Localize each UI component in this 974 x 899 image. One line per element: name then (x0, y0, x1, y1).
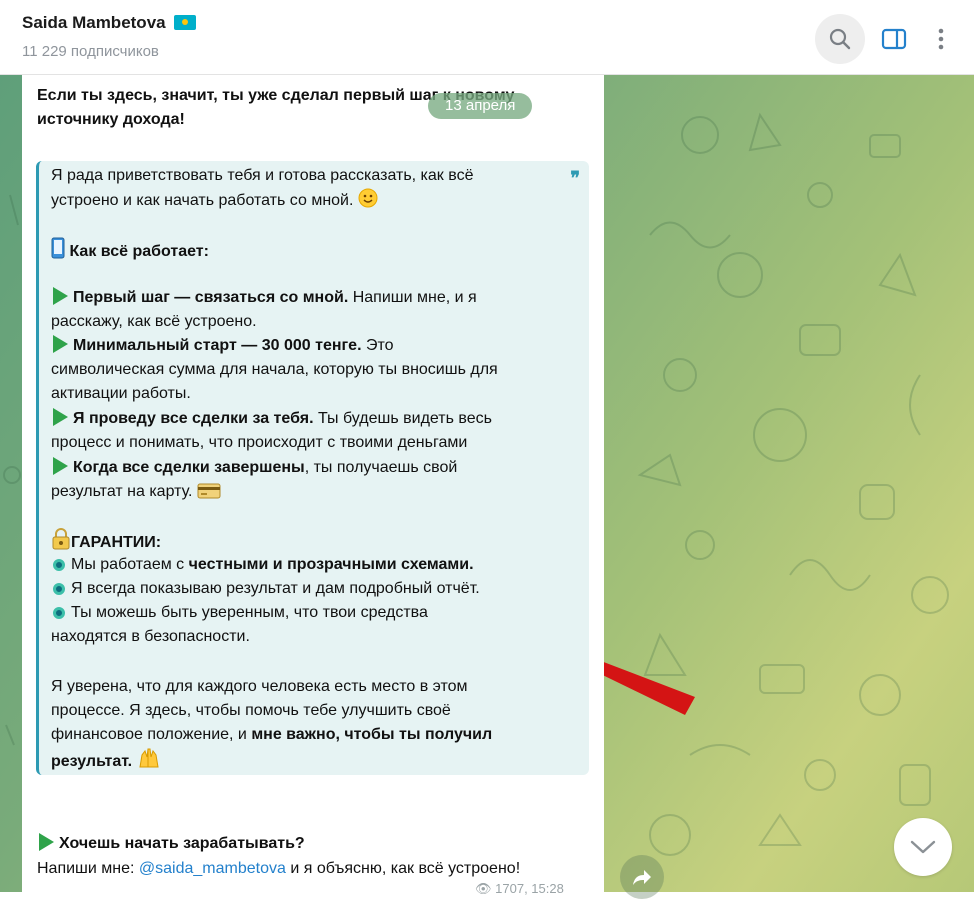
blue-ring-icon (53, 583, 65, 595)
forward-icon (633, 870, 651, 885)
smile-emoji-icon (358, 188, 378, 216)
quote-line: процесс и понимать, что происходит с тво… (51, 434, 468, 451)
channel-title[interactable]: Saida Mambetova (22, 13, 197, 33)
step-3: Я проведу все сделки за тебя. Ты будешь … (51, 407, 492, 431)
step-4: Когда все сделки завершены, ты получаешь… (51, 456, 457, 480)
view-count: 1707 (495, 881, 525, 896)
quote-line: находятся в безопасности. (51, 628, 250, 645)
eye-icon: 👁 (475, 881, 492, 896)
quote-line: расскажу, как всё устроено. (51, 313, 257, 330)
blue-ring-icon (53, 607, 65, 619)
quote-line: символическая сумма для начала, которую … (51, 361, 498, 378)
cta-title: Хочешь начать зарабатывать? (37, 832, 305, 856)
green-triangle-icon (39, 833, 54, 851)
more-vertical-icon (938, 28, 944, 50)
guarantee-1: Мы работаем с честными и прозрачными схе… (51, 553, 474, 577)
step-1: Первый шаг — связаться со мной. Напиши м… (51, 286, 477, 310)
green-triangle-icon (53, 335, 68, 353)
quote-line: результат. (51, 747, 161, 777)
quote-icon: ❞ (570, 168, 580, 189)
subscriber-count: 11 229 подписчиков (22, 43, 159, 60)
quote-line: финансовое положение, и мне важно, чтобы… (51, 726, 493, 743)
quote-block: ❞ Я рада приветствовать тебя и готова ра… (36, 161, 589, 775)
chevron-down-icon (910, 840, 936, 854)
green-triangle-icon (53, 457, 68, 475)
channel-post: Если ты здесь, значит, ты уже сделал пер… (22, 75, 604, 896)
channel-name[interactable]: Saida Mambetova (22, 13, 166, 32)
quote-line: процессе. Я здесь, чтобы помочь тебе улу… (51, 702, 451, 719)
quote-line: Я уверена, что для каждого человека есть… (51, 678, 468, 695)
search-icon (829, 28, 851, 50)
quote-line: устроено и как начать работать со мной. (51, 188, 378, 216)
quote-line: активации работы. (51, 385, 191, 402)
raising-hands-icon (137, 747, 161, 777)
quote-line: результат на карту. (51, 480, 221, 507)
sidebar-toggle-icon (881, 28, 907, 50)
search-button[interactable] (815, 14, 865, 64)
quote-line: Я рада приветствовать тебя и готова расс… (51, 167, 474, 184)
guarantee-3: Ты можешь быть уверенным, что твои средс… (51, 601, 428, 625)
green-triangle-icon (53, 287, 68, 305)
sidebar-toggle-button[interactable] (869, 14, 919, 64)
post-time: 15:28 (531, 881, 564, 896)
username-link[interactable]: @saida_mambetova (139, 860, 286, 877)
post-meta: 👁 1707, 15:28 (475, 881, 564, 896)
guarantee-2: Я всегда показываю результат и дам подро… (51, 577, 480, 601)
credit-card-icon (197, 483, 221, 507)
date-separator: 13 апреля (428, 93, 533, 119)
step-2: Минимальный старт — 30 000 тенге. Это (51, 334, 394, 358)
blue-ring-icon (53, 559, 65, 571)
kazakhstan-flag-icon (174, 15, 197, 30)
forward-button[interactable] (620, 855, 664, 899)
green-triangle-icon (53, 408, 68, 426)
mobile-phone-icon (51, 237, 65, 267)
cta-line: Напиши мне: @saida_mambetova и я объясню… (37, 860, 521, 877)
scroll-down-button[interactable] (894, 818, 952, 876)
how-title: Как всё работает: (51, 237, 209, 267)
chat-header: Saida Mambetova 11 229 подписчиков (0, 0, 974, 75)
more-menu-button[interactable] (916, 14, 966, 64)
